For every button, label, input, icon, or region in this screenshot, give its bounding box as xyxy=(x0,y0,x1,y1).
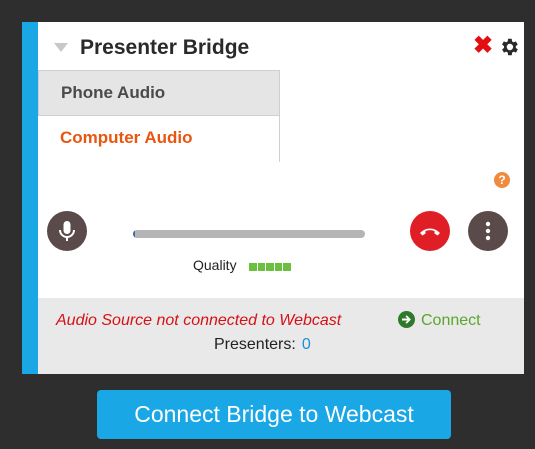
quality-bar xyxy=(266,263,274,271)
connect-bridge-button[interactable]: Connect Bridge to Webcast xyxy=(97,390,451,439)
presenters-info: Presenters: 0 xyxy=(214,336,311,354)
close-icon[interactable]: ✖ xyxy=(473,34,493,58)
quality-bar xyxy=(274,263,283,271)
chevron-down-icon[interactable] xyxy=(54,43,68,52)
help-icon[interactable]: ? xyxy=(494,172,510,188)
microphone-icon xyxy=(59,221,75,241)
quality-indicator xyxy=(249,263,291,271)
panel-header: Presenter Bridge ✖ xyxy=(38,22,524,74)
audio-level-fill xyxy=(133,230,135,238)
connection-status: Audio Source not connected to Webcast Co… xyxy=(38,298,524,374)
audio-level-bar xyxy=(133,230,365,238)
warning-text: Audio Source not connected to Webcast xyxy=(56,312,342,329)
top-strip xyxy=(0,0,535,22)
gear-icon[interactable] xyxy=(498,36,520,58)
panel-title: Presenter Bridge xyxy=(80,36,250,59)
quality-bar xyxy=(249,263,257,271)
quality-bar xyxy=(257,263,266,271)
presenter-bridge-panel: Presenter Bridge ✖ Phone Audio Computer … xyxy=(22,22,524,374)
quality-bar xyxy=(283,263,291,271)
arrow-right-circle-icon xyxy=(398,311,415,328)
quality-label: Quality xyxy=(193,257,237,273)
tab-computer-audio[interactable]: Computer Audio xyxy=(38,116,280,162)
presenters-label: Presenters: xyxy=(214,336,296,353)
tab-phone-audio[interactable]: Phone Audio xyxy=(38,70,280,116)
hang-up-icon xyxy=(420,228,440,236)
connect-link[interactable]: Connect xyxy=(398,311,481,331)
panel-accent-bar xyxy=(22,22,38,374)
more-vertical-icon xyxy=(485,221,491,241)
presenters-count: 0 xyxy=(301,336,311,353)
more-options-button[interactable] xyxy=(468,211,508,251)
audio-tabs: Phone Audio Computer Audio xyxy=(38,70,280,162)
microphone-button[interactable] xyxy=(47,211,87,251)
connect-label: Connect xyxy=(421,312,481,329)
hang-up-button[interactable] xyxy=(410,211,450,251)
